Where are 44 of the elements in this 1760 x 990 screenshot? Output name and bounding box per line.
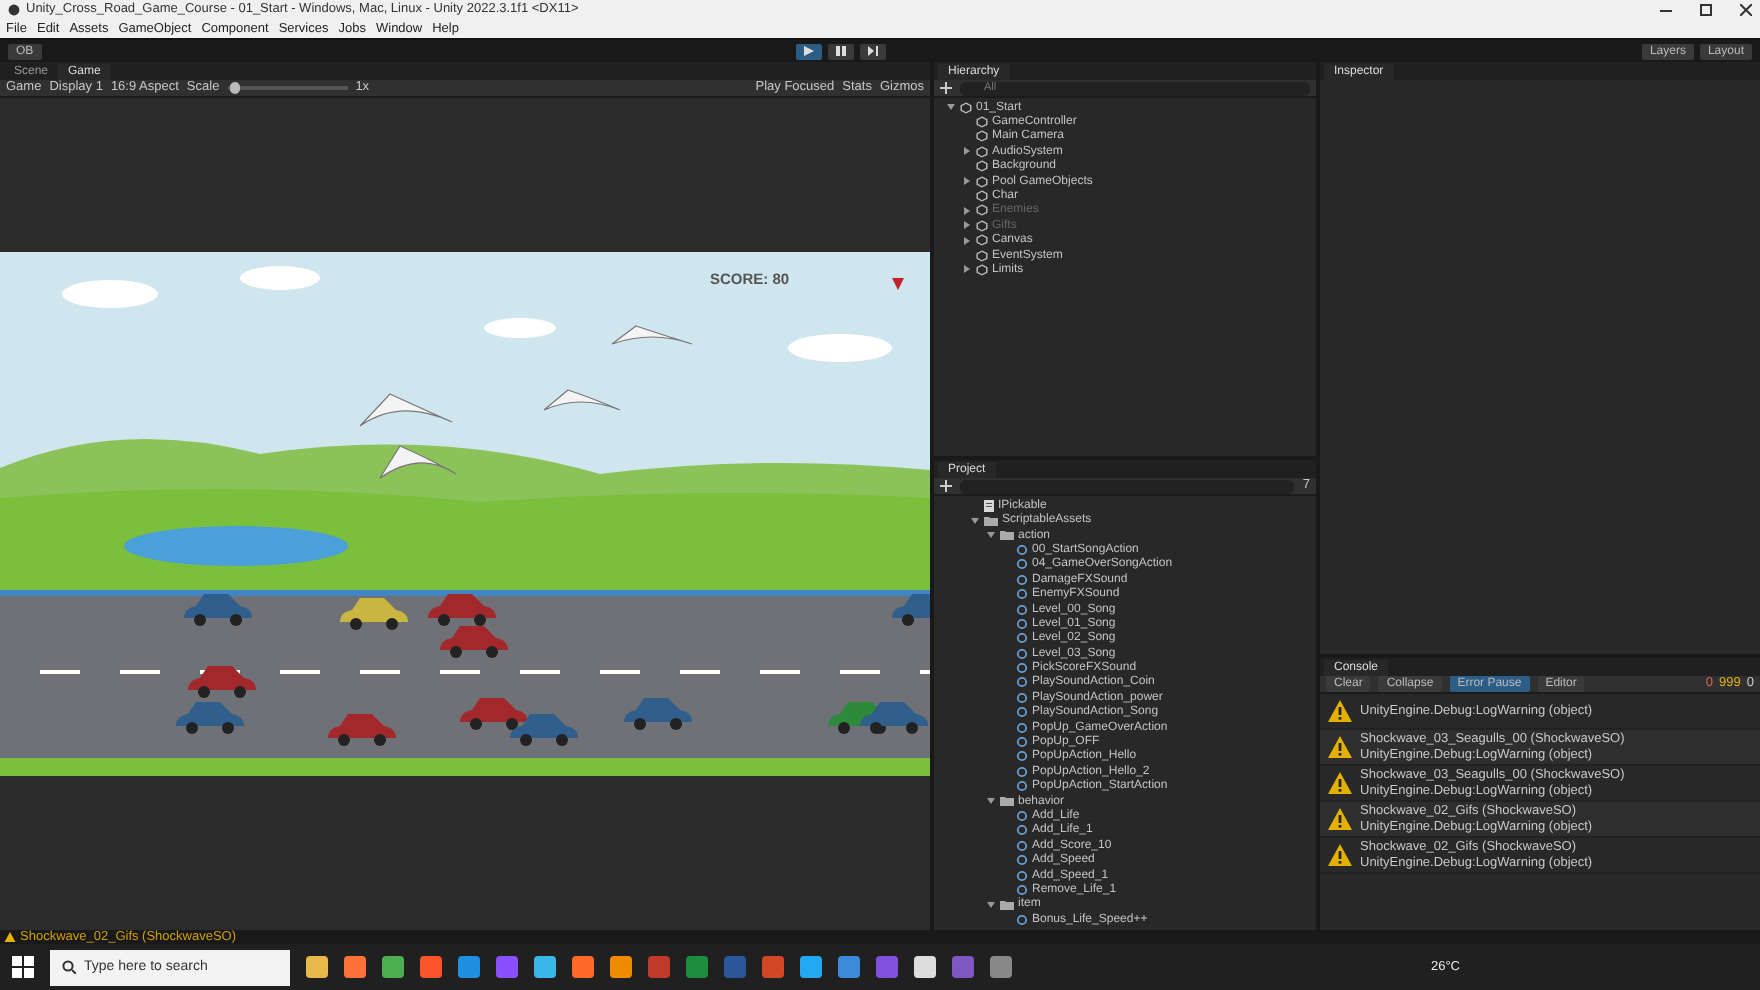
- taskbar-app-icon[interactable]: [990, 956, 1012, 978]
- add-icon[interactable]: [940, 480, 952, 493]
- slider-thumb[interactable]: [229, 82, 240, 94]
- minimize-icon[interactable]: [1660, 4, 1672, 16]
- asset-icon: [1016, 913, 1028, 926]
- taskbar-app-icon[interactable]: [762, 956, 784, 978]
- caret-icon[interactable]: [946, 102, 956, 113]
- step-button[interactable]: [860, 43, 887, 59]
- pause-button[interactable]: [828, 43, 855, 59]
- taskbar-app-icon[interactable]: [420, 956, 442, 978]
- windows-logo-icon[interactable]: [12, 956, 34, 978]
- add-icon[interactable]: [940, 82, 952, 94]
- pause-icon: [836, 46, 847, 56]
- warning-icon: [1328, 772, 1352, 794]
- taskbar-app-icon[interactable]: [572, 956, 594, 978]
- warning-icon: [1328, 844, 1352, 866]
- taskbar-app-icon[interactable]: [306, 956, 328, 978]
- caret-icon[interactable]: [962, 176, 972, 187]
- taskbar-app-icon[interactable]: [344, 956, 366, 978]
- script-file-icon: [984, 499, 994, 512]
- taskbar-app-icon[interactable]: [610, 956, 632, 978]
- play-button[interactable]: [796, 43, 823, 59]
- folder-icon: [1000, 899, 1014, 910]
- taskbar-app-icon[interactable]: [914, 956, 936, 978]
- taskbar-app-icon[interactable]: [534, 956, 556, 978]
- caret-icon[interactable]: [962, 146, 972, 157]
- taskbar-app-icon[interactable]: [496, 956, 518, 978]
- caret-icon[interactable]: [986, 796, 996, 807]
- search-icon: [62, 960, 76, 974]
- taskbar-app-icon[interactable]: [686, 956, 708, 978]
- taskbar-app-icon[interactable]: [458, 956, 480, 978]
- taskbar-app-icon[interactable]: [382, 956, 404, 978]
- caret-icon[interactable]: [986, 899, 996, 910]
- folder-icon: [1000, 796, 1014, 807]
- taskbar-app-icon[interactable]: [838, 956, 860, 978]
- maximize-icon[interactable]: [1700, 4, 1712, 16]
- close-icon[interactable]: [1740, 4, 1752, 16]
- play-icon: [804, 46, 815, 56]
- warning-icon: [1328, 736, 1352, 758]
- warning-icon: [1328, 700, 1352, 722]
- step-icon: [868, 46, 879, 56]
- taskbar-app-icon[interactable]: [800, 956, 822, 978]
- warning-icon: [1328, 808, 1352, 830]
- caret-icon[interactable]: [962, 264, 972, 275]
